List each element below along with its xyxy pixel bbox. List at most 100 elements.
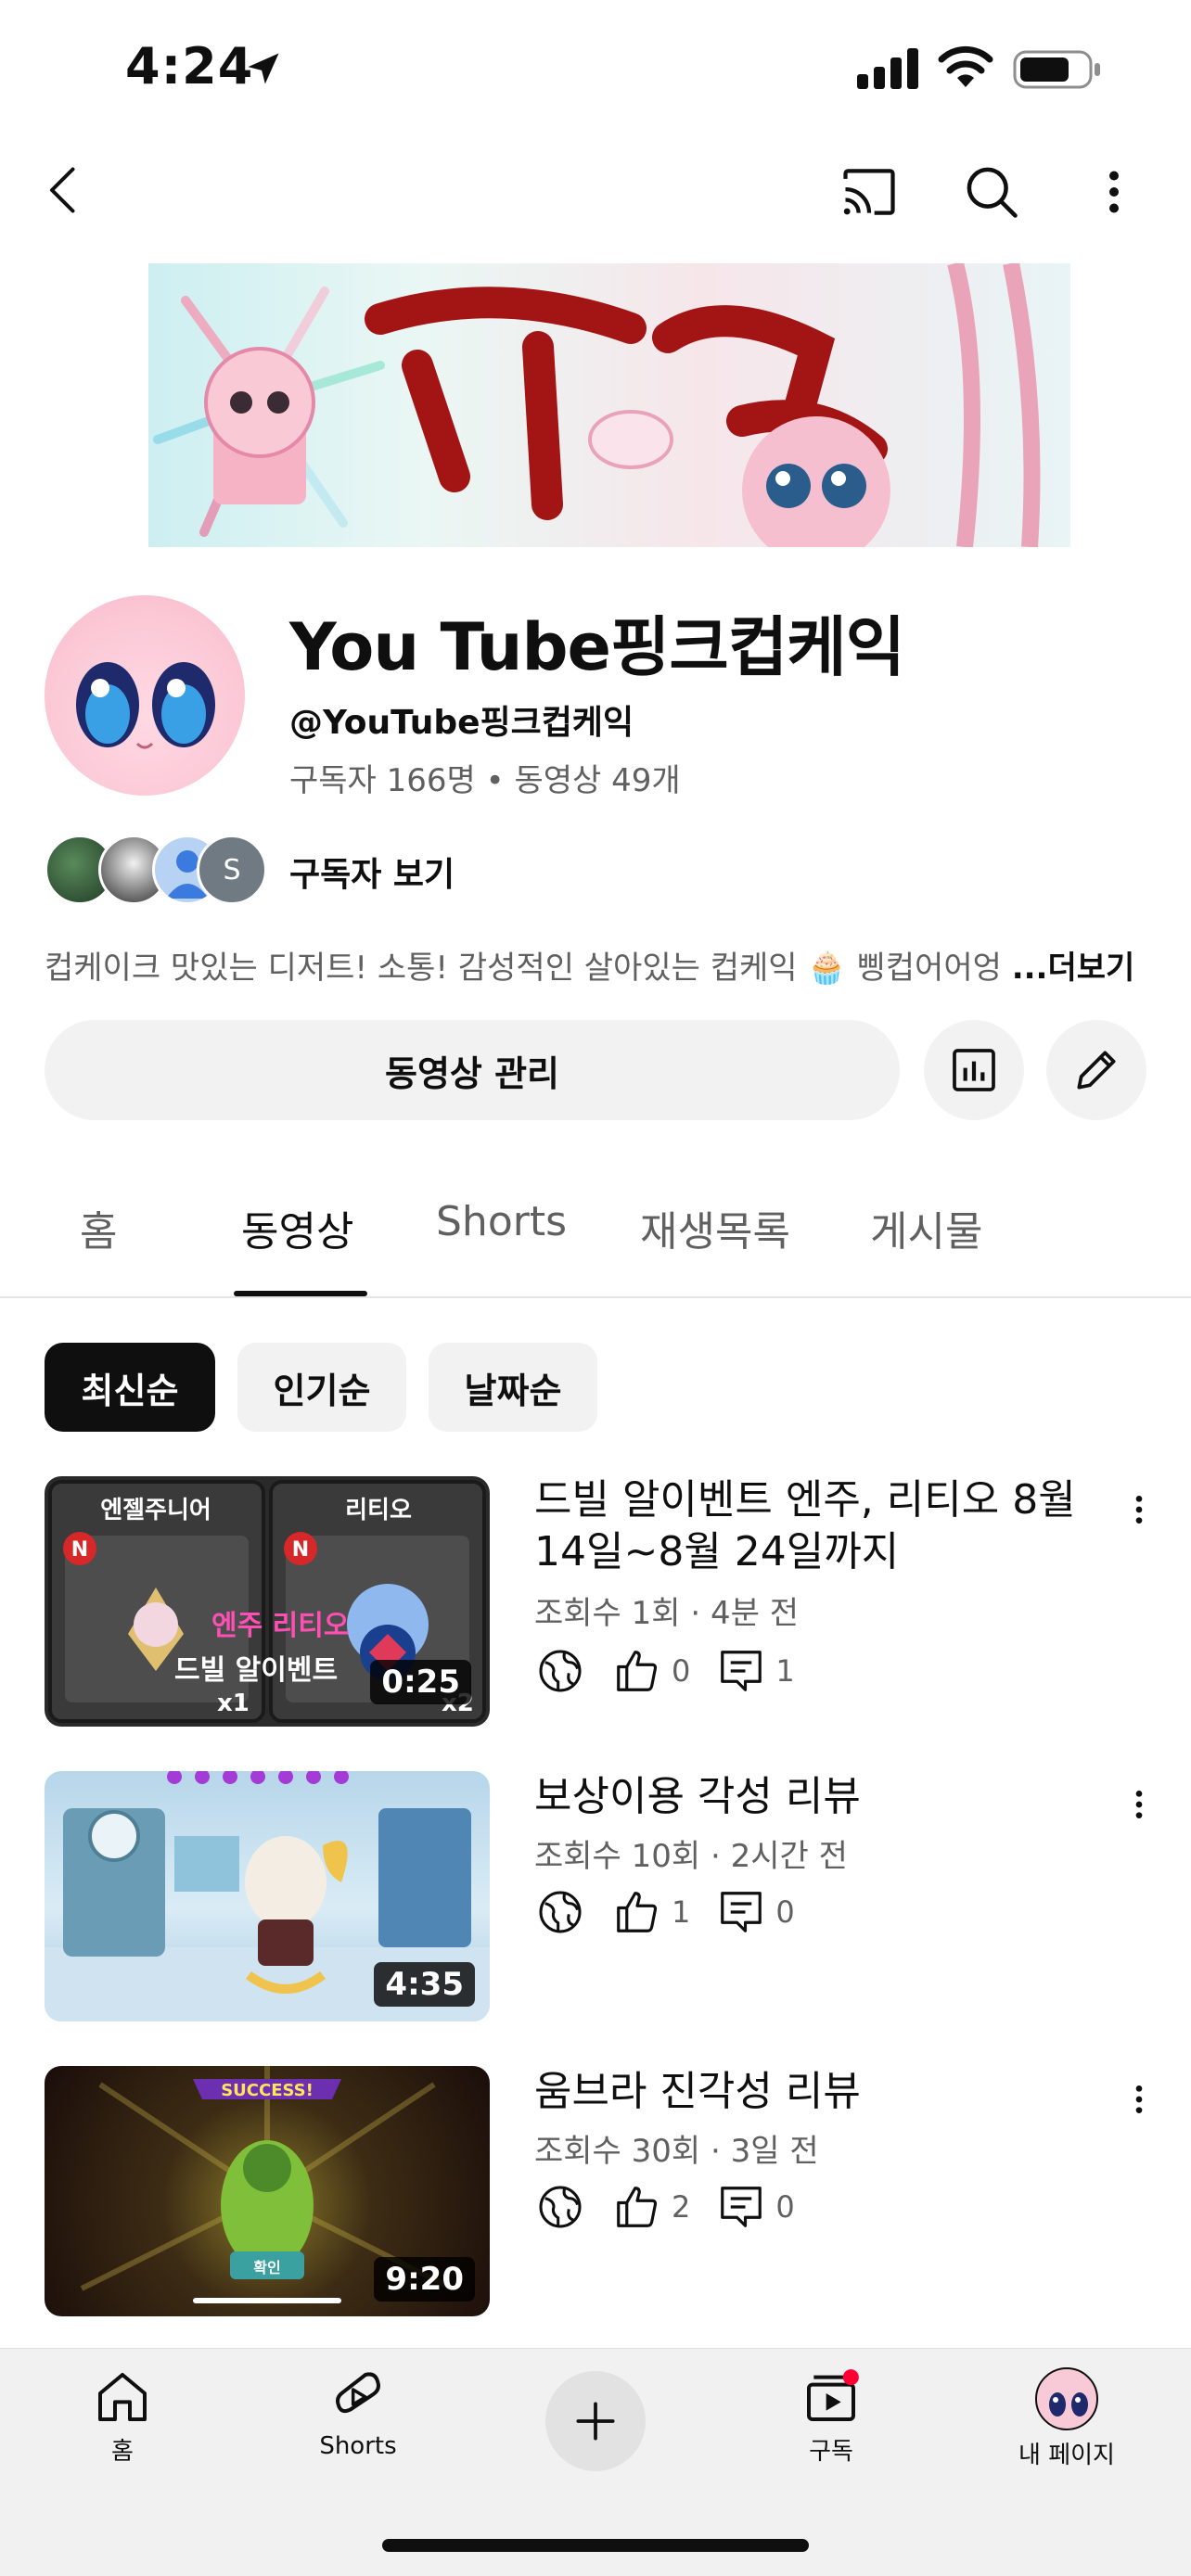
comment-count: 0 <box>775 1894 795 1930</box>
more-options-button[interactable] <box>1072 150 1156 234</box>
nav-home[interactable]: 홈 <box>39 2367 206 2488</box>
svg-text:N: N <box>71 1538 88 1562</box>
video-stats: 0 1 <box>534 1641 905 1701</box>
more-vertical-icon <box>1135 2085 1143 2113</box>
thumb-count-left: x1 <box>217 1690 250 1717</box>
video-item[interactable]: 4:35 보상이용 각성 리뷰 조회수 10회 · 2시간 전 1 0 <box>45 1771 1158 2023</box>
cast-icon <box>843 169 895 215</box>
avatar <box>1035 2367 1098 2430</box>
manage-videos-button[interactable]: 동영상 관리 <box>45 1020 900 1120</box>
globe-icon <box>539 1650 582 1692</box>
nav-subscriptions[interactable]: 구독 <box>748 2367 915 2488</box>
video-meta: 조회수 30회 · 3일 전 <box>534 2133 819 2170</box>
nav-label: 홈 <box>111 2438 134 2466</box>
more-vertical-icon <box>1135 1496 1143 1524</box>
video-thumbnail[interactable]: SUCCESS! 확인 9:20 <box>45 2066 490 2316</box>
thumbs-up-icon <box>617 1892 658 1932</box>
avatar-face-art <box>76 662 215 749</box>
filter-latest-chip[interactable]: 최신순 <box>45 1343 215 1432</box>
thumb-label-right: 리티오 <box>345 1497 412 1524</box>
globe-icon <box>539 1891 582 1933</box>
comment-icon <box>721 1892 762 1932</box>
status-time: 4:24 <box>125 37 254 96</box>
globe-icon <box>539 2186 582 2228</box>
tab-shorts[interactable]: Shorts <box>436 1198 567 1245</box>
edit-channel-button[interactable] <box>1046 1020 1146 1120</box>
home-icon <box>98 2373 147 2421</box>
nav-shorts[interactable]: Shorts <box>275 2367 442 2488</box>
channel-tabs: 홈 동영상 Shorts 재생목록 게시물 <box>0 1170 1191 1298</box>
like-count: 1 <box>672 1894 691 1930</box>
nav-my-page[interactable]: 내 페이지 <box>983 2367 1150 2488</box>
svg-text:N: N <box>292 1538 309 1562</box>
top-app-bar <box>0 148 1191 241</box>
plus-icon <box>576 2402 615 2441</box>
channel-avatar[interactable] <box>45 595 245 796</box>
cast-button[interactable] <box>827 150 911 234</box>
comment-count: 0 <box>775 2189 795 2225</box>
video-item[interactable]: SUCCESS! 확인 9:20 움브라 진각성 리뷰 조회수 30회 · 3일… <box>45 2066 1158 2318</box>
location-arrow-icon <box>248 53 279 84</box>
thumbs-up-icon <box>617 2187 658 2227</box>
tab-home[interactable]: 홈 <box>80 1198 117 1257</box>
tab-videos[interactable]: 동영상 <box>241 1198 353 1257</box>
filter-popular-chip[interactable]: 인기순 <box>237 1343 406 1432</box>
like-count: 2 <box>672 2189 691 2225</box>
video-more-button[interactable] <box>1121 2072 1158 2127</box>
comment-icon <box>721 2187 762 2227</box>
thumb-label-pink: 엔주 리티오 <box>211 1610 350 1642</box>
subscriber-avatar-letter: S <box>197 835 267 905</box>
thumb-ribbon-text: SUCCESS! <box>221 2081 314 2100</box>
nav-label: 내 페이지 <box>1018 2442 1115 2469</box>
nav-label: 구독 <box>809 2438 853 2466</box>
comment-icon <box>721 1651 762 1691</box>
video-duration: 9:20 <box>374 2257 475 2302</box>
comment-count: 1 <box>775 1653 795 1689</box>
banner-artwork <box>153 263 1041 547</box>
video-more-button[interactable] <box>1121 1482 1158 1537</box>
tab-posts[interactable]: 게시물 <box>870 1198 982 1257</box>
channel-handle: @YouTube핑크컵케익 <box>289 704 634 742</box>
status-bar: 4:24 <box>0 0 1191 139</box>
video-meta: 조회수 10회 · 2시간 전 <box>534 1838 848 1875</box>
video-title[interactable]: 드빌 알이벤트 엔주, 리티오 8월 14일~8월 24일까지 <box>534 1474 1109 1578</box>
video-duration: 4:35 <box>374 1962 475 2007</box>
video-title[interactable]: 보상이용 각성 리뷰 <box>534 1771 1109 1823</box>
video-title[interactable]: 움브라 진각성 리뷰 <box>534 2066 1109 2118</box>
like-count: 0 <box>672 1653 691 1689</box>
video-stats: 2 0 <box>534 2177 905 2237</box>
battery-icon <box>1013 50 1100 89</box>
thumb-label-left: 엔젤주니어 <box>100 1497 211 1524</box>
chevron-left-icon <box>50 167 75 213</box>
thumbs-up-icon <box>617 1651 658 1691</box>
more-vertical-icon <box>1135 1791 1143 1818</box>
active-tab-indicator <box>234 1291 367 1296</box>
video-stats: 1 0 <box>534 1882 905 1942</box>
video-thumbnail[interactable]: N N 엔젤주니어 리티오 엔주 리티오 드빌 알이벤트 x1 x2 0:25 <box>45 1476 490 1727</box>
search-icon <box>967 167 1018 218</box>
channel-banner <box>148 263 1070 547</box>
subscriber-avatars[interactable]: S <box>45 835 267 905</box>
thumb-caption: 드빌 알이벤트 <box>174 1654 339 1687</box>
shorts-icon <box>336 2372 380 2414</box>
back-button[interactable] <box>24 148 108 232</box>
create-button[interactable] <box>545 2371 646 2471</box>
subscriptions-icon <box>807 2369 859 2421</box>
wifi-icon <box>938 45 993 87</box>
channel-description[interactable]: 컵케이크 맛있는 디저트! 소통! 감성적인 살아있는 컵케익 🧁 삥컵어어엉 … <box>45 942 1134 988</box>
analytics-icon <box>953 1049 995 1091</box>
description-text: 컵케이크 맛있는 디저트! 소통! 감성적인 살아있는 컵케익 🧁 삥컵어어엉 <box>45 950 1002 987</box>
analytics-button[interactable] <box>924 1020 1024 1120</box>
video-item[interactable]: N N 엔젤주니어 리티오 엔주 리티오 드빌 알이벤트 x1 x2 0:25 … <box>45 1476 1158 1728</box>
video-thumbnail[interactable]: 4:35 <box>45 1771 490 2021</box>
video-duration: 0:25 <box>370 1660 471 1704</box>
filter-oldest-chip[interactable]: 날짜순 <box>429 1343 597 1432</box>
search-button[interactable] <box>950 150 1033 234</box>
thumb-confirm-text: 확인 <box>253 2259 281 2276</box>
nav-label: Shorts <box>319 2432 397 2460</box>
more-vertical-icon <box>1109 171 1119 213</box>
tab-playlists[interactable]: 재생목록 <box>640 1198 790 1257</box>
view-subscribers-link[interactable]: 구독자 보기 <box>289 848 455 896</box>
video-more-button[interactable] <box>1121 1777 1158 1832</box>
more-link[interactable]: ...더보기 <box>1012 950 1135 987</box>
